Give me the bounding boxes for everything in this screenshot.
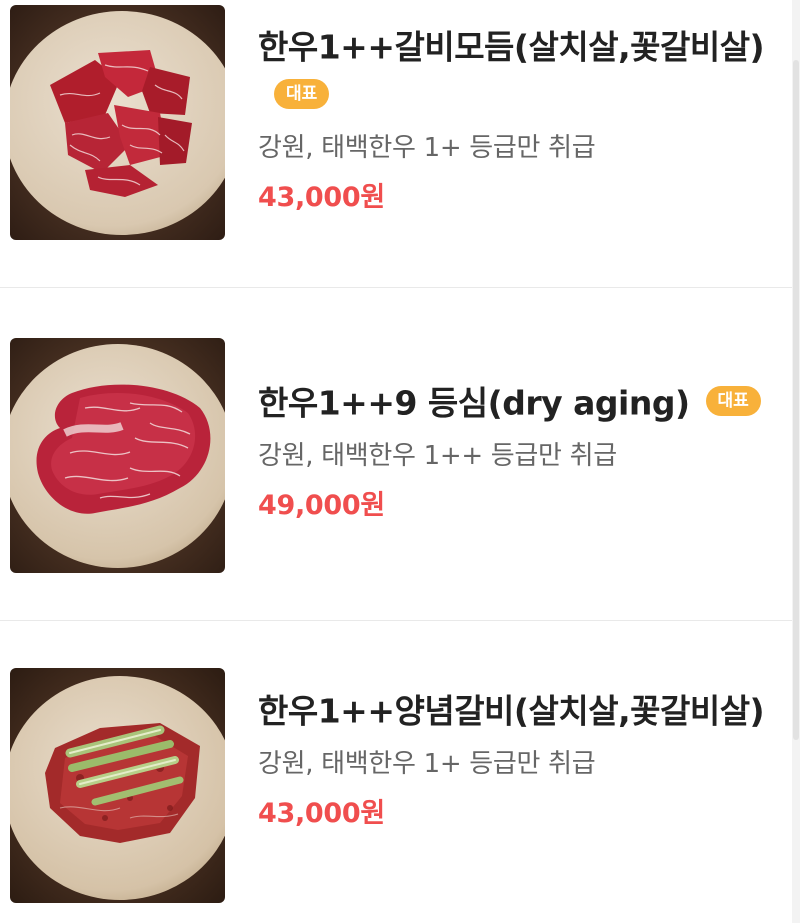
menu-item-photo[interactable] [10,338,225,573]
sirloin-steak-icon [10,338,225,573]
menu-list: 한우1++갈비모듬(살치살,꽃갈비살) 대표 강원, 태백한우 1+ 등급만 취급… [0,0,800,923]
scrollbar-thumb[interactable] [793,60,799,740]
menu-item-name-text: 한우1++양념갈비(살치살,꽃갈비살) [258,691,765,731]
menu-item-photo[interactable] [10,668,225,903]
menu-item-name: 한우1++갈비모듬(살치살,꽃갈비살) 대표 [258,22,778,120]
menu-item-description: 강원, 태백한우 1++ 등급만 취급 [258,440,617,471]
menu-item-name: 한우1++양념갈비(살치살,꽃갈비살) [258,686,778,736]
menu-item-price: 43,000원 [258,181,385,213]
menu-item-info: 한우1++양념갈비(살치살,꽃갈비살) 강원, 태백한우 1+ 등급만 취급 4… [258,686,778,832]
menu-item[interactable]: 한우1++9 등심(dry aging) 대표 강원, 태백한우 1++ 등급만 … [0,288,800,618]
menu-item-price: 43,000원 [258,797,385,829]
menu-item-info: 한우1++9 등심(dry aging) 대표 강원, 태백한우 1++ 등급만 … [258,378,778,524]
menu-item-photo[interactable] [10,5,225,240]
menu-item-name-text: 한우1++9 등심(dry aging) [258,383,690,423]
menu-item[interactable]: 한우1++갈비모듬(살치살,꽃갈비살) 대표 강원, 태백한우 1+ 등급만 취급… [0,0,800,330]
menu-item-price: 49,000원 [258,489,385,521]
marinated-ribs-icon [10,668,225,903]
menu-item-name-text: 한우1++갈비모듬(살치살,꽃갈비살) [258,27,765,67]
menu-item-description: 강원, 태백한우 1+ 등급만 취급 [258,132,596,163]
signature-badge: 대표 [274,79,330,109]
menu-item-info: 한우1++갈비모듬(살치살,꽃갈비살) 대표 강원, 태백한우 1+ 등급만 취급… [258,22,778,216]
menu-item-name: 한우1++9 등심(dry aging) 대표 [258,378,778,428]
menu-item[interactable]: 한우1++양념갈비(살치살,꽃갈비살) 강원, 태백한우 1+ 등급만 취급 4… [0,621,800,923]
signature-badge: 대표 [705,385,761,416]
menu-item-description: 강원, 태백한우 1+ 등급만 취급 [258,748,596,779]
scrollbar-track[interactable] [792,0,800,923]
marbled-beef-cubes-icon [10,5,225,240]
